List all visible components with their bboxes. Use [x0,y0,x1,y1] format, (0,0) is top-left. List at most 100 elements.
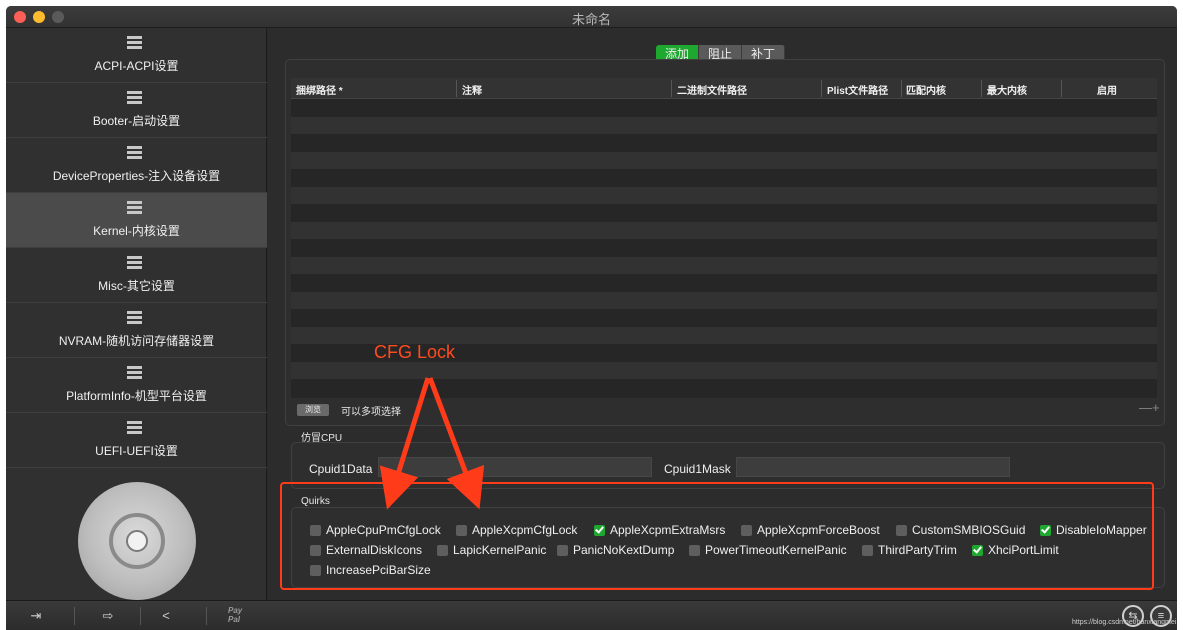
sidebar-item-label: ACPI-ACPI设置 [94,59,179,73]
column-divider [1061,80,1062,97]
column-minkernel[interactable]: 匹配内核 [906,82,946,97]
sidebar-item-label: UEFI-UEFI设置 [95,444,178,458]
checkbox[interactable] [437,544,448,556]
quirk-thirdpartytrim[interactable]: ThirdPartyTrim [862,542,957,558]
opencore-logo [78,482,196,600]
column-divider [456,80,457,97]
checkbox[interactable] [557,544,568,556]
cpuid1data-label: Cpuid1Data [309,462,373,476]
list-icon [127,36,142,49]
sidebar-item-nvram[interactable]: NVRAM-随机访问存储器设置 [6,303,267,358]
column-divider [821,80,822,97]
cpu-spoof-panel: Cpuid1Data Cpuid1Mask [291,442,1165,489]
table-row[interactable] [291,292,1157,309]
quirk-xhciportlimit[interactable]: XhciPortLimit [972,542,1059,558]
table-row[interactable] [291,187,1157,204]
table-row[interactable] [291,257,1157,274]
list-icon [127,366,142,379]
quirk-label: XhciPortLimit [988,543,1059,557]
table-row[interactable] [291,274,1157,291]
sidebar-item-label: PlatformInfo-机型平台设置 [66,389,207,403]
table-row[interactable] [291,309,1157,326]
checkbox[interactable] [456,524,467,536]
table-row[interactable] [291,379,1157,396]
column-comment[interactable]: 注释 [462,82,482,97]
table-row[interactable] [291,204,1157,221]
quirk-lapickernelpanic[interactable]: LapicKernelPanic [437,542,546,558]
quirk-applexcpmforceboost[interactable]: AppleXcpmForceBoost [741,522,880,538]
sidebar-item-booter[interactable]: Booter-启动设置 [6,83,267,138]
column-divider [671,80,672,97]
table-row[interactable] [291,222,1157,239]
checkbox[interactable] [896,524,907,536]
sidebar-item-platforminfo[interactable]: PlatformInfo-机型平台设置 [6,358,267,413]
quirk-label: IncreasePciBarSize [326,563,431,577]
cpuid1data-field[interactable] [378,457,652,477]
quirks-panel: AppleCpuPmCfgLock AppleXcpmCfgLock Apple… [291,507,1165,588]
table-row[interactable] [291,239,1157,256]
column-maxkernel[interactable]: 最大内核 [987,82,1027,97]
column-enabled[interactable]: 启用 [1097,82,1117,97]
export-icon[interactable]: ⇨ [100,608,116,624]
checkbox[interactable] [972,544,983,556]
quirk-label: DisableIoMapper [1056,523,1147,537]
checkbox[interactable] [310,544,321,556]
quirk-externaldiskicons[interactable]: ExternalDiskIcons [310,542,422,558]
checkbox[interactable] [741,524,752,536]
column-divider [901,80,902,97]
sidebar-item-acpi[interactable]: ACPI-ACPI设置 [6,28,267,83]
column-plistpath[interactable]: Plist文件路径 [827,82,888,97]
share-icon[interactable]: < [158,608,174,624]
checkbox[interactable] [1040,524,1051,536]
toolbar-divider [140,607,141,625]
quirk-label: AppleCpuPmCfgLock [326,523,441,537]
sidebar-item-misc[interactable]: Misc-其它设置 [6,248,267,303]
quirk-applexcpmextramsrs[interactable]: AppleXcpmExtraMsrs [594,522,725,538]
watermark-text: https://blog.csdn.net/hanxiangmei [1072,619,1177,626]
bottom-toolbar: ⇥ ⇨ < Pay Pal ⇆ ≡ https://blog.csdn.net/… [6,600,1177,630]
quirk-panicnokextdump[interactable]: PanicNoKextDump [557,542,674,558]
list-icon [127,421,142,434]
quirk-applexcpmcfglock[interactable]: AppleXcpmCfgLock [456,522,577,538]
list-icon [127,311,142,324]
checkbox[interactable] [862,544,873,556]
checkbox[interactable] [310,564,321,576]
import-icon[interactable]: ⇥ [28,608,44,624]
checkbox[interactable] [310,524,321,536]
table-row[interactable] [291,117,1157,134]
table-row[interactable] [291,169,1157,186]
table-row[interactable] [291,134,1157,151]
quirk-customsmbiosguid[interactable]: CustomSMBIOSGuid [896,522,1025,538]
quirk-label: ThirdPartyTrim [878,543,957,557]
quirk-label: CustomSMBIOSGuid [912,523,1026,537]
checkbox[interactable] [689,544,700,556]
column-executablepath[interactable]: 二进制文件路径 [677,82,747,97]
checkbox[interactable] [594,524,605,536]
quirk-label: AppleXcpmCfgLock [472,523,578,537]
table-row[interactable] [291,362,1157,379]
cpuid1mask-field[interactable] [736,457,1010,477]
quirk-powertimeoutkernelpanic[interactable]: PowerTimeoutKernelPanic [689,542,847,558]
app-window: 未命名 ACPI-ACPI设置 Booter-启动设置 DeviceProper… [6,6,1177,630]
paypal-icon[interactable]: Pay Pal [228,606,242,624]
multi-select-hint: 可以多项选择 [341,407,401,418]
browse-button[interactable]: 浏览 [297,404,329,416]
column-divider [981,80,982,97]
quirk-label: ExternalDiskIcons [326,543,423,557]
sidebar-item-deviceproperties[interactable]: DeviceProperties-注入设备设置 [6,138,267,193]
column-bundlepath[interactable]: 捆绑路径 * [296,82,343,97]
quirk-applecpupmcfglock[interactable]: AppleCpuPmCfgLock [310,522,441,538]
sidebar-item-kernel[interactable]: Kernel-内核设置 [6,193,267,248]
add-remove-buttons[interactable]: —+ [1139,400,1160,415]
cpuid1mask-label: Cpuid1Mask [664,462,731,476]
table-row[interactable] [291,152,1157,169]
paypal-line: Pay [228,606,243,615]
quirk-label: PanicNoKextDump [573,543,675,557]
quirk-increasepcibarsize[interactable]: IncreasePciBarSize [310,562,431,578]
quirk-disableiomapper[interactable]: DisableIoMapper [1040,522,1147,538]
quirk-label: PowerTimeoutKernelPanic [705,543,847,557]
table-row[interactable] [291,100,1157,117]
quirk-label: AppleXcpmExtraMsrs [610,523,726,537]
sidebar-item-uefi[interactable]: UEFI-UEFI设置 [6,413,267,468]
toolbar-divider [74,607,75,625]
